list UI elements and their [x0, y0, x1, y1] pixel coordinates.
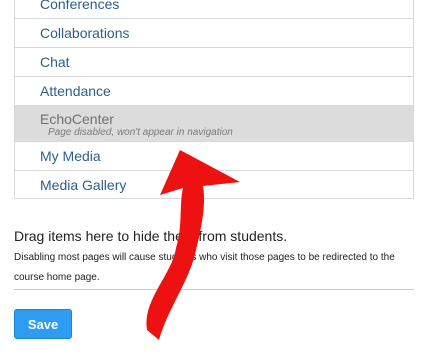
nav-item-attendance[interactable]: Attendance — [15, 77, 413, 106]
nav-item-label: Conferences — [40, 0, 120, 12]
nav-item-label: Collaborations — [40, 25, 130, 41]
nav-item-label: My Media — [40, 148, 101, 164]
nav-item-my-media[interactable]: My Media — [15, 142, 413, 171]
hidden-drop-zone-title: Drag items here to hide them from studen… — [14, 228, 288, 244]
nav-item-label: Attendance — [40, 83, 111, 99]
nav-item-media-gallery[interactable]: Media Gallery — [15, 171, 413, 199]
nav-item-label: Chat — [40, 54, 70, 70]
nav-item-echocenter-disabled[interactable]: EchoCenter Page disabled, won't appear i… — [15, 106, 413, 142]
nav-item-label: EchoCenter — [40, 111, 114, 127]
nav-item-label: Media Gallery — [40, 177, 127, 193]
nav-item-conferences[interactable]: Conferences — [15, 0, 413, 19]
course-navigation-list: Conferences Collaborations Chat Attendan… — [14, 0, 414, 199]
nav-item-collaborations[interactable]: Collaborations — [15, 19, 413, 48]
save-button[interactable]: Save — [14, 309, 72, 339]
disabled-note: Page disabled, won't appear in navigatio… — [48, 127, 233, 138]
hidden-drop-zone-description: Disabling most pages will cause students… — [14, 252, 395, 283]
nav-item-chat[interactable]: Chat — [15, 48, 413, 77]
divider — [14, 289, 414, 290]
